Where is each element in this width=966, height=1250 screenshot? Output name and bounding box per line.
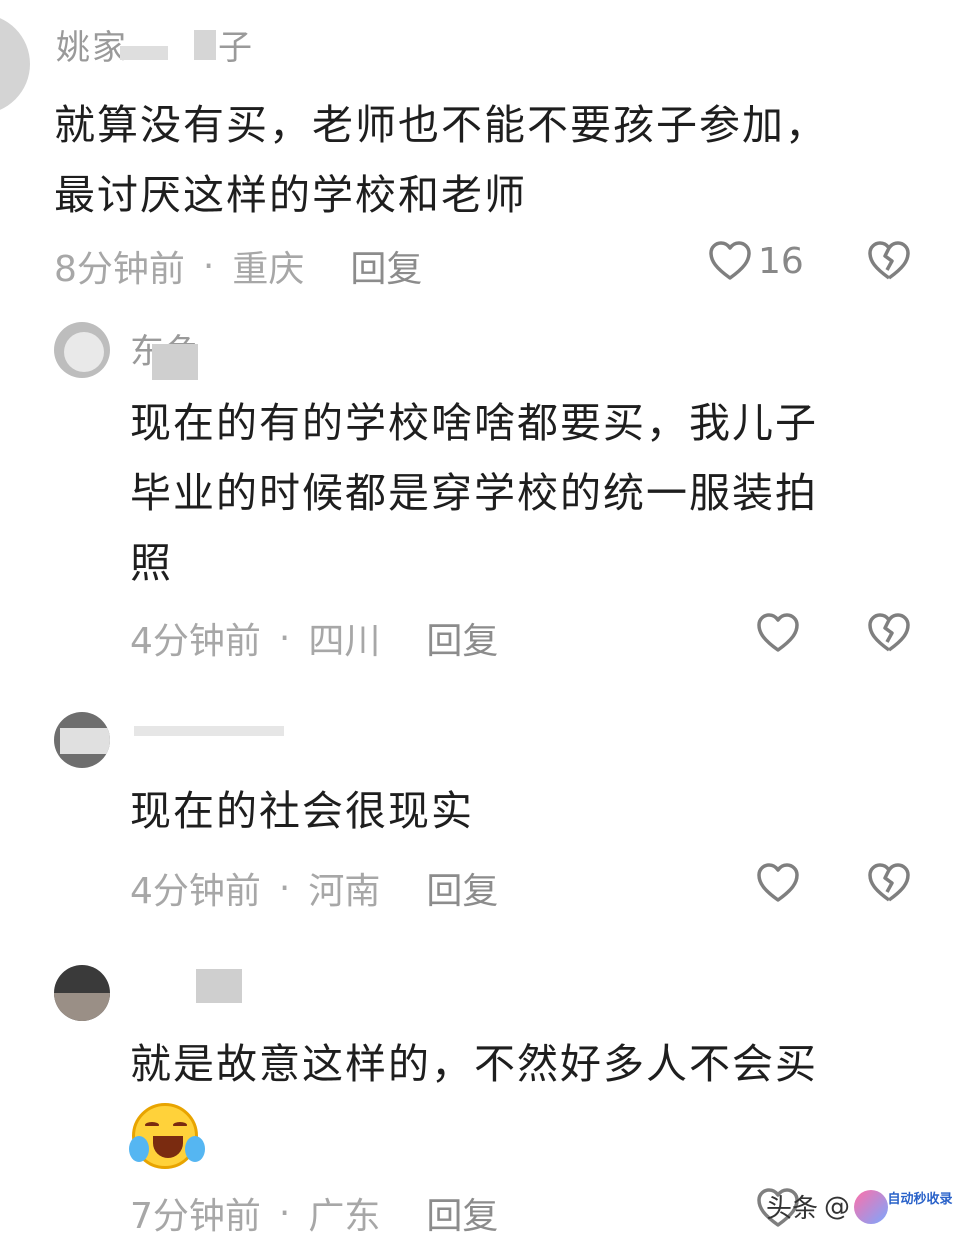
like-button[interactable]	[756, 862, 800, 904]
comment-text: 现在的有的学校啥啥都要买，我儿子 毕业的时候都是穿学校的统一服装拍 照	[130, 388, 910, 598]
avatar[interactable]	[54, 322, 110, 378]
reply-button[interactable]: 回复	[426, 1187, 498, 1239]
avatar[interactable]	[0, 14, 30, 114]
dislike-button[interactable]	[866, 862, 912, 908]
avatar[interactable]	[54, 712, 110, 768]
heart-outline-icon	[757, 613, 799, 652]
username-mask	[196, 969, 242, 1003]
comment-text-line: 最讨厌这样的学校和老师	[54, 171, 527, 219]
comment-location: 重庆	[232, 249, 305, 290]
broken-heart-icon	[868, 863, 910, 902]
like-button[interactable]: 16	[708, 240, 804, 282]
source-watermark: 头条 @	[766, 1188, 889, 1225]
comment-location: 河南	[308, 871, 381, 912]
reply-button[interactable]: 回复	[350, 240, 422, 292]
comment-text-line: 就是故意这样的，不然好多人不会买	[130, 1040, 818, 1088]
heart-outline-icon	[709, 241, 751, 280]
username-mask	[134, 726, 284, 736]
broken-heart-icon	[868, 613, 910, 652]
separator: ·	[278, 867, 291, 909]
comment-text-line: 毕业的时候都是穿学校的统一服装拍	[130, 469, 818, 517]
avatar[interactable]	[54, 965, 110, 1021]
comment-item: 东鱼 现在的有的学校啥啥都要买，我儿子 毕业的时候都是穿学校的统一服装拍 照 4…	[0, 300, 966, 680]
comment-time: 8分钟前	[54, 249, 185, 290]
dislike-button[interactable]	[866, 240, 912, 286]
comment-text-line: 现在的有的学校啥啥都要买，我儿子	[130, 399, 818, 447]
dislike-button[interactable]	[866, 612, 912, 658]
comment-time: 4分钟前	[130, 621, 261, 662]
separator: ·	[278, 617, 291, 659]
username-suffix: 子	[218, 28, 254, 68]
comment-text-line: 照	[130, 539, 173, 587]
comment-text: 就是故意这样的，不然好多人不会买	[130, 1029, 910, 1099]
heart-outline-icon	[757, 863, 799, 902]
separator: ·	[202, 245, 215, 287]
watermark-badge: 自动秒收录	[887, 1192, 953, 1207]
broken-heart-icon	[868, 241, 910, 280]
comment-item: 现在的社会很现实 4分钟前 · 河南 回复	[0, 690, 966, 940]
watermark-at: @	[824, 1191, 851, 1222]
comment-location: 广东	[308, 1196, 381, 1237]
reply-button[interactable]: 回复	[426, 612, 498, 664]
username[interactable]: 姚家	[56, 20, 128, 69]
comment-text: 现在的社会很现实	[130, 776, 910, 846]
comment-text-line: 就算没有买，老师也不能不要孩子参加，	[54, 101, 828, 149]
comment-meta: 4分钟前 · 河南 回复	[130, 862, 498, 914]
username-mask	[194, 30, 216, 60]
separator: ·	[278, 1192, 291, 1234]
comment-text-line: 现在的社会很现实	[130, 787, 474, 835]
username-mask	[152, 344, 198, 380]
watermark-source: 头条	[766, 1194, 819, 1224]
comment-text: 就算没有买，老师也不能不要孩子参加， 最讨厌这样的学校和老师	[54, 90, 914, 230]
laughing-crying-emoji	[129, 1103, 205, 1169]
like-count: 16	[758, 240, 804, 282]
comment-meta: 7分钟前 · 广东 回复	[130, 1187, 498, 1239]
comment-time: 7分钟前	[130, 1196, 261, 1237]
comment-meta: 8分钟前 · 重庆 回复	[54, 240, 422, 292]
like-button[interactable]	[756, 612, 800, 654]
comment-location: 四川	[308, 621, 381, 662]
reply-button[interactable]: 回复	[426, 862, 498, 914]
username-mask	[120, 46, 168, 60]
comment-item: 姚家 子 就算没有买，老师也不能不要孩子参加， 最讨厌这样的学校和老师 8分钟前…	[0, 0, 966, 300]
comment-meta: 4分钟前 · 四川 回复	[130, 612, 498, 664]
comment-time: 4分钟前	[130, 871, 261, 912]
